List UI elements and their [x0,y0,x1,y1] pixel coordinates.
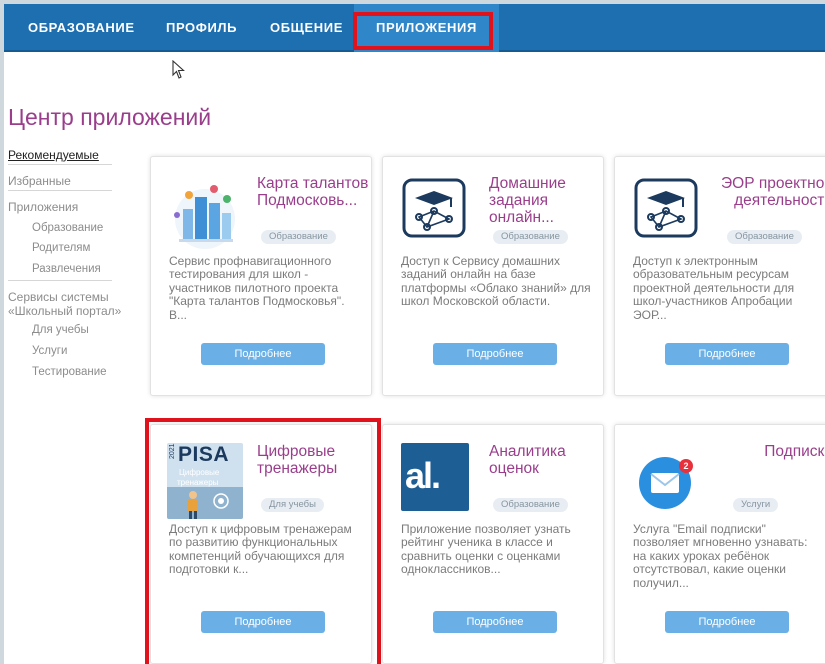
sidebar-item-apps-parents[interactable]: Родителям [32,242,90,254]
card-description: Услуга "Email подписки" позволяет мгнове… [633,523,808,590]
app-card-eor-project[interactable]: ЭОР проектной деятельности Образование Д… [614,156,825,396]
analytics-logo-icon: al. [401,443,469,511]
details-button[interactable]: Подробнее [665,611,789,633]
sidebar-item-apps-entertainment[interactable]: Развлечения [32,263,101,275]
card-description: Доступ к Сервису домашних заданий онлайн… [401,255,591,309]
sidebar-section-services-line1[interactable]: Сервисы системы [8,290,109,304]
email-envelope-icon [639,457,691,509]
nav-communication[interactable]: ОБЩЕНИЕ [270,4,343,52]
sidebar-divider [8,164,112,165]
card-category-badge: Образование [493,498,568,512]
graduation-network-icon [402,178,466,238]
app-window: ОБРАЗОВАНИЕ ПРОФИЛЬ ОБЩЕНИЕ ПРИЛОЖЕНИЯ Ц… [4,4,825,664]
details-button[interactable]: Подробнее [201,343,325,365]
details-button[interactable]: Подробнее [665,343,789,365]
sidebar-item-apps[interactable]: Приложения [8,200,78,214]
analytics-logo-text: al. [405,455,441,496]
sidebar-section-services-line2[interactable]: «Школьный портал» [8,304,121,318]
card-title[interactable]: ЭОР проектной деятельности [715,175,825,209]
app-card-homework-online[interactable]: Домашние задания онлайн... Образование Д… [382,156,604,396]
card-title[interactable]: Аналитика оценок [489,443,605,477]
details-button[interactable]: Подробнее [433,343,557,365]
sidebar-item-recommended[interactable]: Рекомендуемые [8,148,99,162]
card-category-badge: Образование [261,230,336,244]
nav-profile[interactable]: ПРОФИЛЬ [166,4,237,52]
sidebar-item-apps-education[interactable]: Образование [32,222,103,234]
card-title[interactable]: Домашние задания онлайн... [489,175,605,226]
sidebar-divider [8,190,112,191]
mouse-cursor-icon [172,60,185,79]
sidebar-item-services-services[interactable]: Услуги [32,345,67,357]
sidebar-item-favorites[interactable]: Избранные [8,174,71,188]
card-title[interactable]: Подписки [715,443,825,460]
sidebar-divider [8,280,112,281]
card-category-badge: Образование [727,230,802,244]
card-title[interactable]: Карта талантов Подмосковь... [257,175,373,209]
nav-education[interactable]: ОБРАЗОВАНИЕ [28,4,135,52]
card-description: Приложение позволяет узнать рейтинг учен… [401,523,571,577]
app-card-subscriptions[interactable]: 2 Подписки Услуги Услуга "Email подписки… [614,424,825,664]
card-category-badge: Услуги [733,498,779,512]
details-button[interactable]: Подробнее [433,611,557,633]
card-category-badge: Образование [493,230,568,244]
app-card-grades-analytics[interactable]: al. Аналитика оценок Образование Приложе… [382,424,604,664]
sidebar-item-services-testing[interactable]: Тестирование [32,366,107,378]
sidebar-item-services-study[interactable]: Для учебы [32,324,89,336]
digital-trainers-highlight-frame [145,418,381,664]
app-card-talent-map[interactable]: Карта талантов Подмосковь... Образование… [150,156,372,396]
talent-map-city-icon [174,185,235,249]
graduation-network-icon [634,178,698,238]
card-description: Сервис профнавигационного тестирования д… [169,255,345,322]
notification-count-badge: 2 [679,459,693,473]
nav-apps-highlight-frame [353,12,493,50]
page-title: Центр приложений [8,104,212,130]
card-description: Доступ к электронным образовательным рес… [633,255,795,322]
